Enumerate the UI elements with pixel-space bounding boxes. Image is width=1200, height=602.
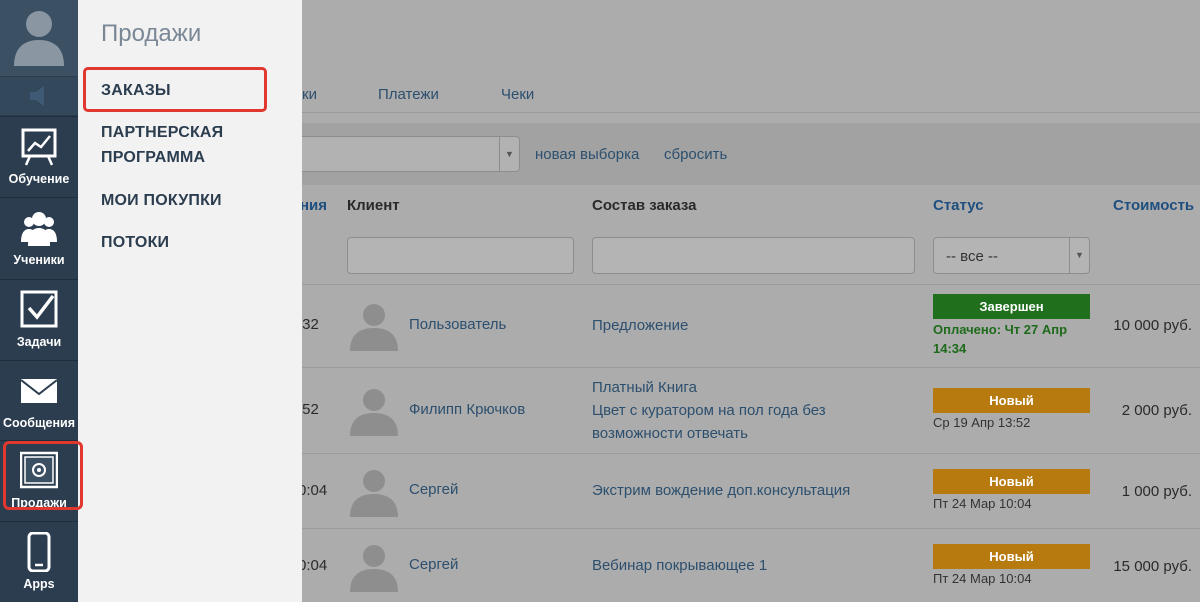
order-item-link[interactable]: Экстрим вождение доп.консультация — [592, 482, 850, 499]
flyout-item-streams[interactable]: ПОТОКИ — [101, 230, 169, 255]
selection-dropdown[interactable]: ▼ — [302, 136, 520, 172]
sales-flyout-menu: Продажи ЗАКАЗЫ ПАРТНЕРСКАЯ ПРОГРАММА МОИ… — [78, 0, 302, 602]
tab-payments[interactable]: Платежи — [378, 86, 439, 103]
sidebar-item-apps[interactable]: Apps — [0, 521, 78, 599]
sound-toggle[interactable] — [0, 77, 78, 115]
order-time: 0:04 — [298, 557, 328, 574]
status-badge: Новый — [933, 469, 1090, 494]
orders-page: ки Платежи Чеки ▼ новая выборка сбросить… — [298, 0, 1200, 602]
flyout-item-partner-program[interactable]: ПАРТНЕРСКАЯ ПРОГРАММА — [101, 120, 223, 170]
column-header-cost[interactable]: Стоимость — [1113, 197, 1194, 214]
tab-receipts[interactable]: Чеки — [501, 86, 534, 103]
sales-highlight-frame — [3, 441, 83, 510]
client-avatar-icon — [350, 545, 398, 592]
order-item-link[interactable]: Платный Книга — [592, 376, 826, 399]
column-header-status[interactable]: Статус — [933, 197, 984, 214]
row-divider — [302, 528, 1200, 529]
status-date: Пт 24 Мар 10:04 — [933, 496, 1032, 511]
column-header-client: Клиент — [347, 197, 400, 214]
row-divider — [302, 367, 1200, 368]
status-date: Ср 19 Апр 13:52 — [933, 415, 1031, 430]
client-avatar-icon — [350, 389, 398, 436]
order-price: 10 000 руб. — [1113, 317, 1192, 334]
icon-sidebar: Обучение Ученики Задачи Сообщения Продаж… — [0, 0, 78, 602]
flyout-item-label-line1: ПАРТНЕРСКАЯ — [101, 124, 224, 141]
chart-board-icon — [21, 128, 57, 166]
tab-partial[interactable]: ки — [302, 86, 317, 103]
order-item-link[interactable]: возможности отвечать — [592, 422, 826, 445]
filter-bar: ▼ новая выборка сбросить — [302, 123, 1200, 185]
client-name-link[interactable]: Сергей — [409, 556, 458, 573]
flyout-item-my-purchases[interactable]: МОИ ПОКУПКИ — [101, 188, 222, 213]
client-name-link[interactable]: Сергей — [409, 481, 458, 498]
sidebar-item-label: Обучение — [8, 172, 70, 186]
speaker-icon — [30, 86, 44, 106]
row-divider — [302, 453, 1200, 454]
sidebar-item-label: Задачи — [16, 335, 62, 349]
payment-note: Оплачено: Чт 27 Апр 14:34 — [933, 322, 1068, 356]
sidebar-item-tasks[interactable]: Задачи — [0, 279, 78, 357]
order-filter-input[interactable] — [592, 237, 915, 274]
order-price: 1 000 руб. — [1121, 483, 1192, 500]
status-badge: Новый — [933, 388, 1090, 413]
client-avatar-icon — [350, 304, 398, 351]
order-item-link[interactable]: Цвет с куратором на пол года без — [592, 399, 826, 422]
users-icon — [21, 212, 57, 246]
order-item-link[interactable]: Вебинар покрывающее 1 — [592, 557, 767, 574]
chevron-down-icon: ▼ — [1069, 238, 1089, 273]
sidebar-item-label: Ученики — [13, 253, 65, 267]
status-date: Пт 24 Мар 10:04 — [933, 571, 1032, 586]
status-badge: Новый — [933, 544, 1090, 569]
checkbox-icon — [20, 290, 58, 328]
sidebar-item-learning[interactable]: Обучение — [0, 116, 78, 194]
client-name-link[interactable]: Пользователь — [409, 316, 506, 333]
chevron-down-icon: ▼ — [499, 137, 519, 171]
reset-link[interactable]: сбросить — [664, 146, 727, 163]
flyout-item-orders[interactable]: ЗАКАЗЫ — [101, 78, 171, 103]
phone-icon — [27, 532, 51, 572]
user-avatar[interactable] — [0, 0, 78, 76]
order-item-link[interactable]: Предложение — [592, 317, 688, 334]
tabs-divider — [302, 112, 1200, 113]
order-price: 15 000 руб. — [1113, 558, 1192, 575]
column-header-date[interactable]: ния — [300, 197, 327, 214]
new-selection-link[interactable]: новая выборка — [535, 146, 639, 163]
column-header-order: Состав заказа — [592, 197, 697, 214]
sidebar-item-students[interactable]: Ученики — [0, 197, 78, 275]
order-items: Платный Книга Цвет с куратором на пол го… — [592, 376, 826, 445]
sidebar-item-label: Сообщения — [2, 416, 76, 430]
sidebar-item-messages[interactable]: Сообщения — [0, 360, 78, 438]
flyout-item-label-line2: ПРОГРАММА — [101, 149, 206, 166]
order-price: 2 000 руб. — [1121, 402, 1192, 419]
flyout-title: Продажи — [101, 20, 202, 47]
sidebar-item-label: Apps — [23, 577, 55, 591]
status-filter-select[interactable]: -- все -- ▼ — [933, 237, 1090, 274]
client-filter-input[interactable] — [347, 237, 574, 274]
status-filter-value: -- все -- — [946, 248, 998, 265]
status-badge: Завершен — [933, 294, 1090, 319]
envelope-icon — [20, 379, 58, 403]
client-avatar-icon — [350, 470, 398, 517]
row-divider — [302, 284, 1200, 285]
user-silhouette-icon — [14, 11, 64, 66]
client-name-link[interactable]: Филипп Крючков — [409, 401, 525, 418]
order-time: 0:04 — [298, 482, 328, 499]
